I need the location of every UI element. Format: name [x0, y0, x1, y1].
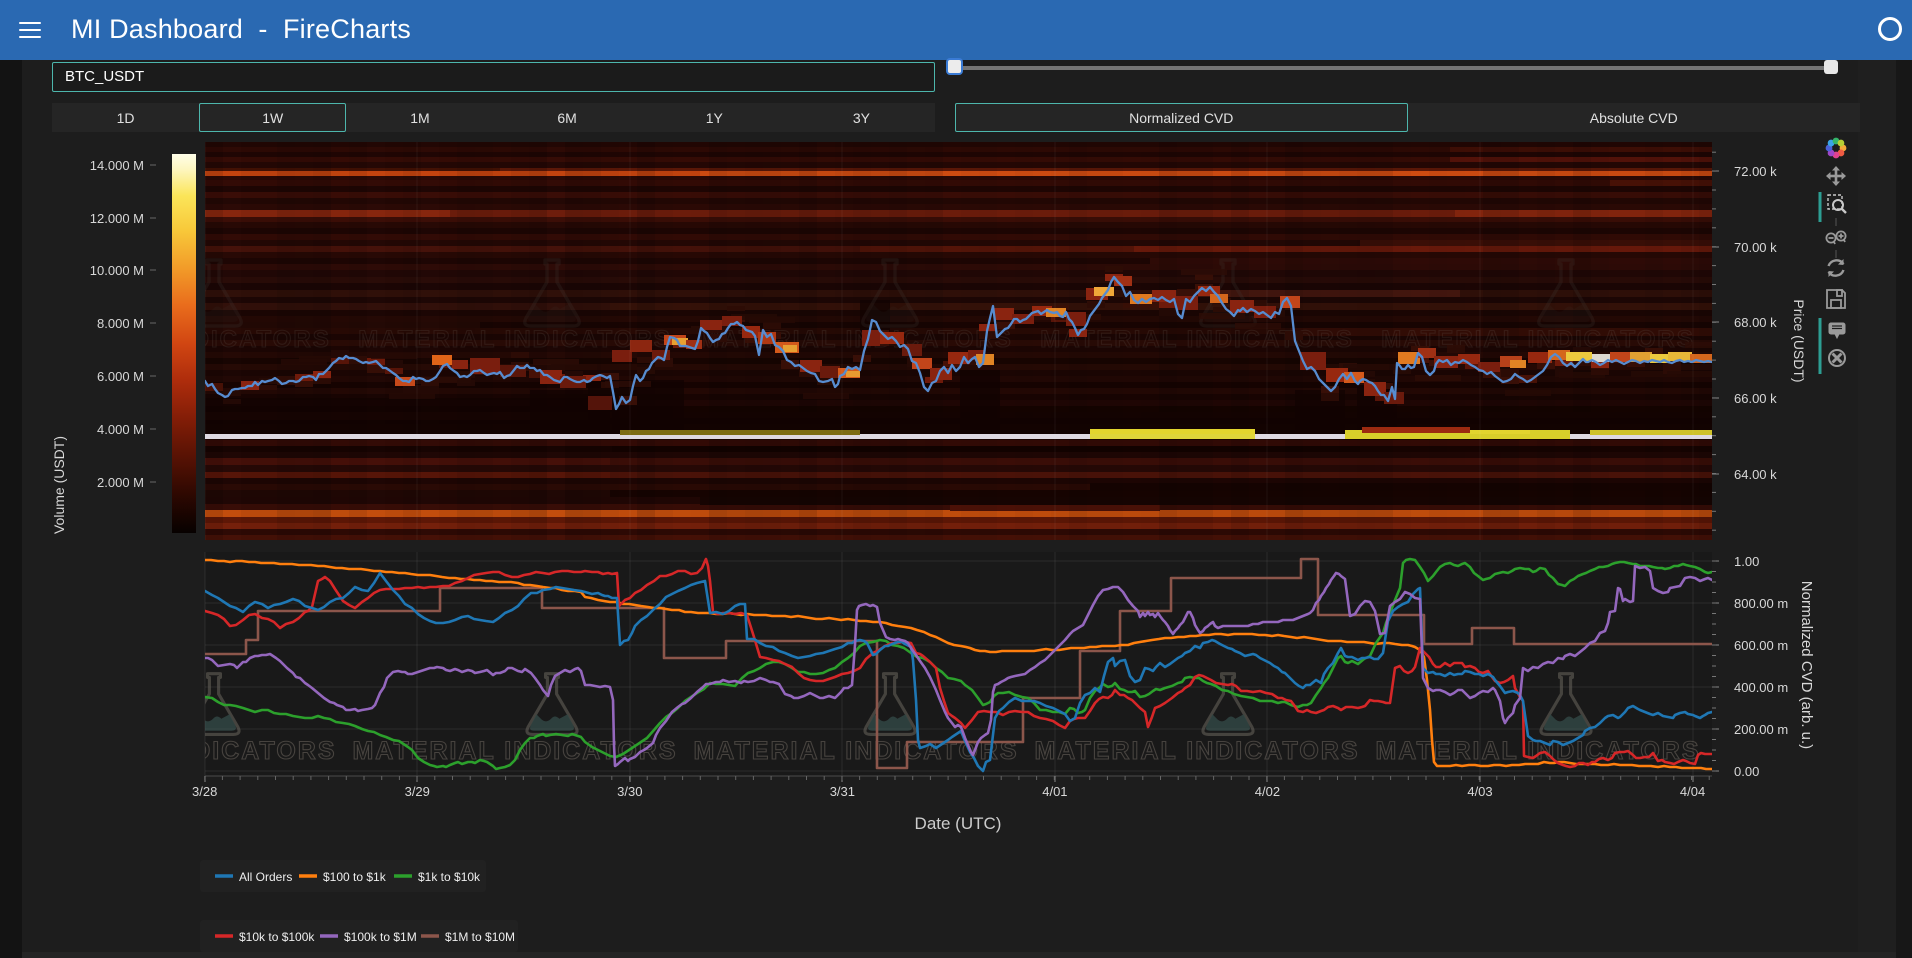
svg-text:600.00 m: 600.00 m — [1734, 638, 1788, 653]
svg-text:72.00 k: 72.00 k — [1734, 164, 1777, 179]
svg-text:All Orders: All Orders — [239, 870, 292, 884]
svg-text:70.00 k: 70.00 k — [1734, 240, 1777, 255]
svg-text:3/29: 3/29 — [405, 784, 430, 799]
svg-text:4/04: 4/04 — [1680, 784, 1705, 799]
svg-text:4/03: 4/03 — [1467, 784, 1492, 799]
svg-text:Price (USDT): Price (USDT) — [1791, 299, 1807, 382]
svg-text:8.000 M: 8.000 M — [97, 316, 144, 331]
svg-text:3/31: 3/31 — [830, 784, 855, 799]
svg-text:Normalized CVD (arb. u.): Normalized CVD (arb. u.) — [1798, 581, 1815, 749]
svg-text:2.000 M: 2.000 M — [97, 475, 144, 490]
svg-text:4.000 M: 4.000 M — [97, 422, 144, 437]
svg-text:MATERIAL INDICATORS: MATERIAL INDICATORS — [1040, 326, 1354, 353]
svg-text:10.000 M: 10.000 M — [90, 263, 144, 278]
svg-text:Date (UTC): Date (UTC) — [915, 814, 1002, 833]
svg-text:Volume (USDT): Volume (USDT) — [51, 436, 67, 534]
svg-text:MATERIAL INDICATORS: MATERIAL INDICATORS — [358, 326, 672, 353]
svg-text:$100 to $1k: $100 to $1k — [323, 870, 387, 884]
svg-text:6.000 M: 6.000 M — [97, 369, 144, 384]
svg-text:$1M to $10M: $1M to $10M — [445, 930, 515, 944]
svg-text:12.000 M: 12.000 M — [90, 211, 144, 226]
svg-text:800.00 m: 800.00 m — [1734, 596, 1788, 611]
svg-text:$1k to $10k: $1k to $10k — [418, 870, 481, 884]
svg-text:64.00 k: 64.00 k — [1734, 467, 1777, 482]
svg-text:MATERIAL INDICATORS: MATERIAL INDICATORS — [1034, 737, 1359, 765]
svg-text:4/02: 4/02 — [1255, 784, 1280, 799]
svg-text:66.00 k: 66.00 k — [1734, 391, 1777, 406]
svg-text:0.00: 0.00 — [1734, 764, 1759, 779]
svg-text:MATERIAL INDICATORS: MATERIAL INDICATORS — [11, 737, 336, 765]
svg-text:$100k to $1M: $100k to $1M — [344, 930, 417, 944]
svg-text:3/28: 3/28 — [192, 784, 217, 799]
svg-text:68.00 k: 68.00 k — [1734, 315, 1777, 330]
svg-text:200.00 m: 200.00 m — [1734, 722, 1788, 737]
svg-text:1.00: 1.00 — [1734, 554, 1759, 569]
svg-text:3/30: 3/30 — [617, 784, 642, 799]
svg-text:14.000 M: 14.000 M — [90, 158, 144, 173]
svg-text:4/01: 4/01 — [1042, 784, 1067, 799]
svg-text:$10k to $100k: $10k to $100k — [239, 930, 315, 944]
svg-text:400.00 m: 400.00 m — [1734, 680, 1788, 695]
